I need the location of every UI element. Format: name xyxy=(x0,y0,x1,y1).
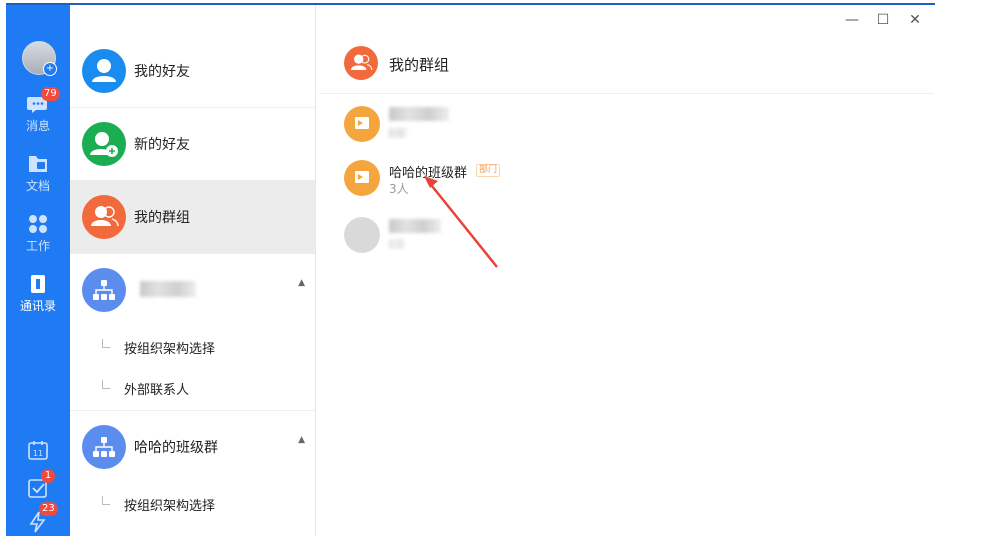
app-window: + 79 消息 文档 工作 通讯录 11 1 23 我的好友 新的好友 我的群组… xyxy=(6,5,934,536)
annotation-arrow xyxy=(424,176,498,268)
